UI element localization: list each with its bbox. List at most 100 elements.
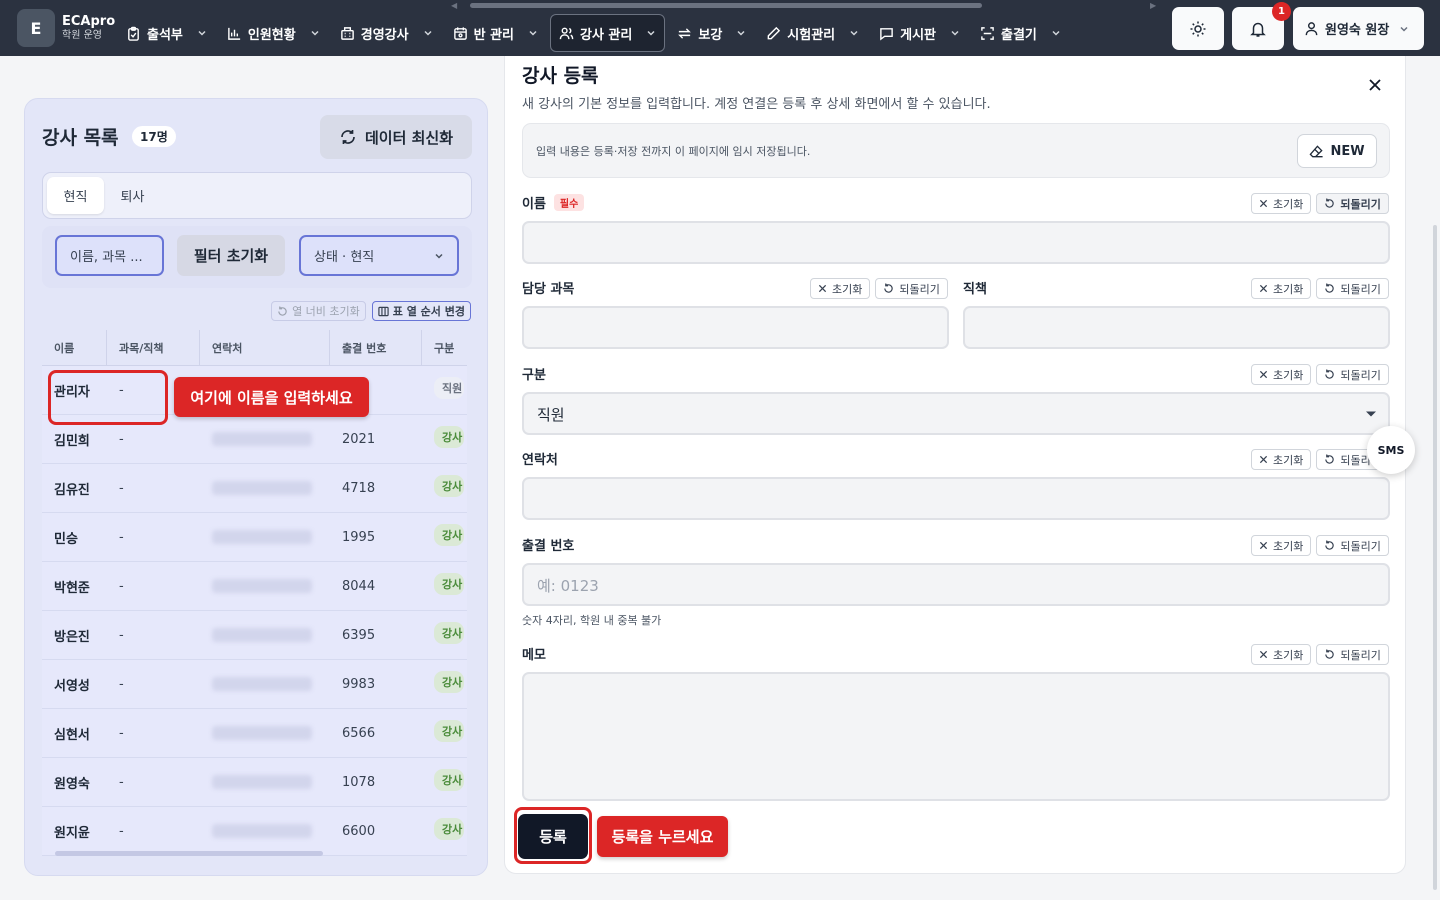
revert-button[interactable]: 되돌리기 [1316, 278, 1389, 299]
tab-current[interactable]: 현직 [47, 177, 104, 214]
column-header-name[interactable]: 이름 [42, 330, 107, 366]
cell-type: 강사 [422, 769, 464, 795]
reset-button[interactable]: 초기화 [1251, 193, 1312, 214]
refresh-data-button[interactable]: 데이터 최신화 [320, 115, 472, 159]
nav-horizontal-scrollbar[interactable] [470, 3, 982, 8]
cell-subject: - [119, 431, 124, 447]
column-header-subject[interactable]: 과목/직책 [107, 330, 200, 366]
revert-label: 되돌리기 [899, 282, 940, 296]
revert-button[interactable]: 되돌리기 [1316, 193, 1389, 214]
draft-notice: 입력 내용은 등록·저장 전까지 이 페이지에 임시 저장됩니다. NEW [522, 123, 1390, 178]
revert-button[interactable]: 되돌리기 [875, 278, 948, 299]
undo-icon [1325, 454, 1335, 464]
blurred-contact [212, 628, 312, 642]
nav-item-instructor-management[interactable]: 강사 관리 [549, 14, 666, 52]
chevron-down-icon [951, 30, 959, 36]
pen-icon [767, 26, 781, 39]
name-cell-highlight [48, 370, 168, 425]
chevron-down-icon [529, 30, 537, 36]
reset-button[interactable]: 초기화 [1251, 278, 1312, 299]
table-row[interactable]: 방은진 - 6395 강사 [42, 611, 467, 660]
search-input[interactable]: 이름, 과목 ... [55, 235, 164, 276]
nav-item-exam-management[interactable]: 시험관리 [758, 14, 867, 52]
close-icon[interactable] [1368, 78, 1382, 92]
chevron-down-icon [424, 30, 432, 36]
reset-button[interactable]: 초기화 [1251, 364, 1312, 385]
tab-resigned[interactable]: 퇴사 [104, 177, 161, 214]
name-label-text: 이름 [522, 197, 546, 212]
cell-contact [200, 579, 330, 593]
nav-label: 강사 관리 [579, 27, 633, 43]
position-input[interactable] [963, 306, 1390, 349]
filter-reset-button[interactable]: 필터 초기화 [177, 235, 285, 276]
nav-item-class-management[interactable]: 반 관리 [445, 14, 546, 52]
cell-subject: - [119, 823, 124, 839]
submit-highlight [514, 807, 592, 864]
brand[interactable]: E ECApro 학원 운영 [17, 9, 115, 47]
brand-subtitle: 학원 운영 [62, 29, 102, 41]
table-row[interactable]: 서영성 - 9983 강사 [42, 660, 467, 709]
type-badge: 강사 [434, 622, 464, 644]
column-header-attendance-number[interactable]: 출결 번호 [330, 330, 422, 366]
bar-chart-icon [228, 27, 241, 40]
blurred-contact [212, 677, 312, 691]
attendance-number-input[interactable]: 예: 0123 [522, 563, 1390, 606]
nav-item-makeup[interactable]: 보강 [669, 14, 754, 52]
revert-button[interactable]: 되돌리기 [1316, 644, 1389, 665]
status-filter-select[interactable]: 상태 · 현직 [299, 235, 459, 276]
category-select[interactable]: 직원 [522, 392, 1390, 435]
nav-item-attendance-device[interactable]: 출결기 [972, 14, 1069, 52]
cell-type: 강사 [422, 671, 464, 697]
revert-label: 되돌리기 [1340, 197, 1381, 211]
scroll-left-arrow-icon[interactable]: ◀ [451, 1, 457, 10]
table-row[interactable]: 원영숙 - 1078 강사 [42, 758, 467, 807]
refresh-icon [341, 130, 355, 144]
sms-floating-button[interactable]: SMS [1367, 426, 1415, 474]
new-button[interactable]: NEW [1297, 134, 1377, 168]
attendance-placeholder: 예: 0123 [537, 577, 599, 595]
reset-button[interactable]: 초기화 [1251, 449, 1312, 470]
column-order-button[interactable]: 표 열 순서 변경 [371, 301, 471, 321]
reset-button[interactable]: 초기화 [810, 278, 871, 299]
eraser-icon [1309, 144, 1324, 157]
nav-label: 시험관리 [787, 27, 836, 43]
contact-input[interactable] [522, 477, 1390, 520]
table-row[interactable]: 민승 - 1995 강사 [42, 513, 467, 562]
chevron-down-icon [1052, 30, 1060, 36]
user-menu-button[interactable]: 원영숙 원장 [1293, 7, 1424, 50]
reset-button[interactable]: 초기화 [1251, 644, 1312, 665]
callout-enter-name: 여기에 이름을 입력하세요 [174, 377, 369, 417]
revert-button[interactable]: 되돌리기 [1316, 535, 1389, 556]
form-title: 강사 등록 [522, 65, 599, 87]
bell-icon [1250, 22, 1266, 37]
nav-item-headcount[interactable]: 인원현황 [219, 14, 328, 52]
nav-item-board[interactable]: 게시판 [871, 14, 968, 52]
nav-item-attendance[interactable]: 출석부 [118, 14, 215, 52]
notifications-button[interactable]: 1 [1232, 2, 1291, 50]
cell-type: 강사 [422, 720, 464, 746]
column-width-reset-button[interactable]: 열 너비 초기화 [271, 301, 366, 321]
column-header-contact[interactable]: 연락처 [200, 330, 330, 366]
table-row[interactable]: 박현준 - 8044 강사 [42, 562, 467, 611]
name-input[interactable] [522, 221, 1390, 264]
nav-item-management[interactable]: 경영강사 [332, 14, 441, 52]
blurred-contact [212, 824, 312, 838]
table-row[interactable]: 심현서 - 6566 강사 [42, 709, 467, 758]
page-vertical-scrollbar[interactable] [1433, 225, 1437, 890]
subject-field-actions: 초기화 되돌리기 [805, 278, 948, 299]
notice-text: 입력 내용은 등록·저장 전까지 이 페이지에 임시 저장됩니다. [536, 145, 811, 158]
type-badge: 강사 [434, 426, 464, 448]
memo-textarea[interactable] [522, 672, 1390, 801]
column-header-type[interactable]: 구분 [422, 330, 467, 366]
theme-toggle-button[interactable] [1172, 7, 1224, 50]
reset-button[interactable]: 초기화 [1251, 535, 1312, 556]
scroll-right-arrow-icon[interactable]: ▶ [1150, 1, 1156, 10]
cell-subject: - [119, 627, 124, 643]
caret-down-icon [1366, 411, 1376, 417]
revert-button[interactable]: 되돌리기 [1316, 364, 1389, 385]
table-row[interactable]: 김유진 - 4718 강사 [42, 464, 467, 513]
table-horizontal-scrollbar[interactable] [55, 851, 323, 856]
cell-type: 강사 [422, 622, 464, 648]
subject-input[interactable] [522, 306, 949, 349]
table-row[interactable]: 원지윤 - 6600 강사 [42, 807, 467, 856]
